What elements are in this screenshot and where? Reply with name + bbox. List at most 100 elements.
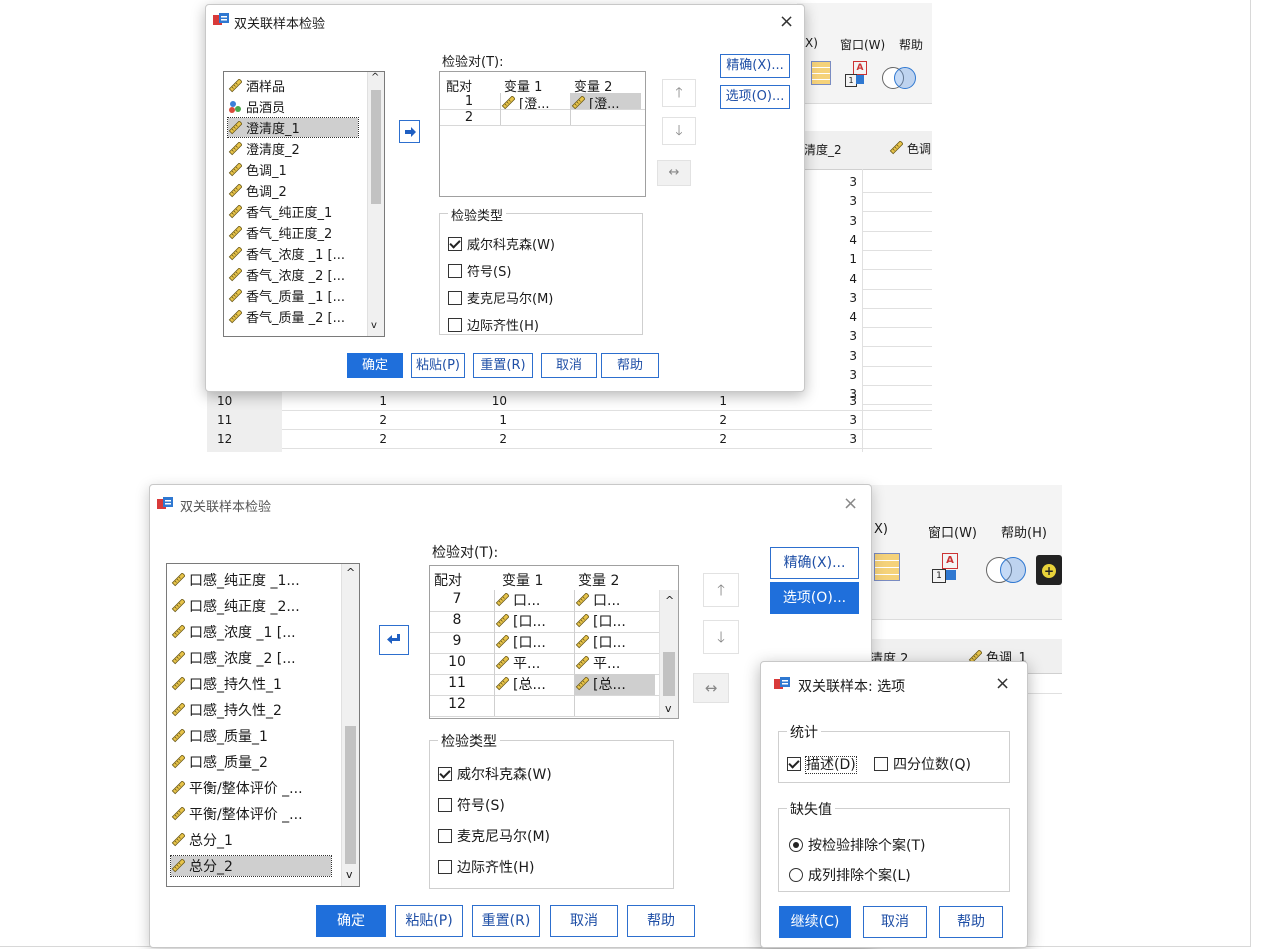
quartiles-checkbox[interactable]: 四分位数(Q) — [874, 754, 971, 774]
options-button[interactable]: 选项(O)... — [720, 85, 790, 109]
options-button[interactable]: 选项(O)... — [770, 582, 859, 614]
pair-variable-cell[interactable]: [口... — [574, 611, 655, 633]
reset-button[interactable]: 重置(R) — [472, 905, 540, 937]
table-cell[interactable]: 2 — [337, 432, 387, 446]
table-cell[interactable]: 3 — [807, 432, 857, 446]
test-type-checkbox-0[interactable]: 威尔科克森(W) — [448, 234, 555, 253]
pair-variable-cell[interactable]: [总... — [574, 674, 655, 696]
table-cell[interactable]: 1 — [677, 394, 727, 408]
paste-button[interactable]: 粘贴(P) — [395, 905, 463, 937]
continue-button[interactable]: 继续(C) — [779, 906, 851, 938]
variable-list-item[interactable]: 口感_浓度 _1 [... — [171, 622, 296, 642]
add-icon[interactable]: + — [1036, 555, 1062, 585]
menu-item-x[interactable]: X) — [874, 522, 888, 537]
scroll-up-icon[interactable]: ^ — [665, 594, 674, 607]
venn-icon[interactable] — [986, 555, 1026, 583]
column-header-clarity-2[interactable]: 清度_2 — [804, 141, 842, 158]
pair-variable-cell[interactable] — [570, 109, 641, 126]
variable-list-scrollbar[interactable]: ^ v — [341, 564, 359, 886]
row-number[interactable]: 11 — [217, 413, 257, 427]
scrollbar-thumb[interactable] — [371, 90, 381, 204]
variable-list-item[interactable]: 口感_持久性_2 — [171, 700, 282, 720]
variable-list-scrollbar[interactable]: ^ v — [367, 72, 384, 336]
exact-button[interactable]: 精确(X)... — [720, 54, 790, 78]
menu-item-x[interactable]: X) — [805, 36, 818, 50]
table-cell[interactable]: 1 — [807, 252, 857, 266]
table-cell[interactable]: 10 — [447, 394, 507, 408]
help-button[interactable]: 帮助 — [939, 906, 1003, 938]
test-type-checkbox-2[interactable]: 麦克尼马尔(M) — [438, 826, 550, 846]
row-number[interactable]: 10 — [217, 394, 257, 408]
data-grid-icon[interactable] — [874, 553, 900, 581]
cancel-button[interactable]: 取消 — [541, 353, 597, 378]
data-grid-icon[interactable] — [811, 61, 831, 85]
pair-variable-cell[interactable] — [574, 695, 655, 717]
pair-number[interactable]: 9 — [442, 633, 472, 649]
variable-list-item[interactable]: 口感_浓度 _2 [... — [171, 648, 296, 668]
table-cell[interactable]: 3 — [807, 291, 857, 305]
row-number[interactable]: 12 — [217, 432, 257, 446]
test-type-checkbox-3[interactable]: 边际齐性(H) — [438, 857, 534, 877]
variable-list-item[interactable]: 香气_质量 _2 [... — [228, 307, 345, 326]
column-header-hue[interactable]: 色调 — [889, 140, 931, 157]
table-cell[interactable]: 4 — [807, 233, 857, 247]
variable-list-item[interactable]: 香气_质量 _1 [... — [228, 286, 345, 305]
variable-list-item[interactable]: 香气_纯正度_2 — [228, 223, 332, 242]
table-cell[interactable]: 3 — [807, 175, 857, 189]
paste-button[interactable]: 粘贴(P) — [411, 353, 465, 378]
pair-variable-cell[interactable]: [口... — [574, 632, 655, 654]
pair-number[interactable]: 10 — [442, 654, 472, 670]
table-cell[interactable]: 2 — [337, 413, 387, 427]
variable-source-list[interactable]: 口感_纯正度 _1... 口感_纯正度 _2... 口感_浓度 _1 [... 口感_… — [166, 563, 360, 887]
table-cell[interactable]: 3 — [807, 413, 857, 427]
variable-list-item[interactable]: 色调_1 — [228, 160, 287, 179]
ok-button[interactable]: 确定 — [347, 353, 403, 378]
variable-list-item[interactable]: 香气_浓度 _2 [... — [228, 265, 345, 284]
reset-button[interactable]: 重置(R) — [473, 353, 533, 378]
variable-list-item[interactable]: 口感_纯正度 _1... — [171, 570, 300, 590]
help-button[interactable]: 帮助 — [601, 353, 659, 378]
table-cell[interactable]: 3 — [807, 329, 857, 343]
variable-list-item[interactable]: 平衡/整体评价 _... — [171, 804, 303, 824]
close-icon[interactable]: × — [843, 495, 858, 513]
test-type-checkbox-3[interactable]: 边际齐性(H) — [448, 315, 539, 334]
close-icon[interactable]: × — [995, 675, 1010, 693]
pair-variable-cell[interactable] — [500, 109, 571, 126]
table-cell[interactable]: 4 — [807, 272, 857, 286]
variable-list-item[interactable]: 澄清度_1 — [227, 117, 359, 138]
test-type-checkbox-1[interactable]: 符号(S) — [438, 795, 505, 815]
scroll-up-icon[interactable]: ^ — [346, 566, 355, 579]
table-cell[interactable]: 3 — [807, 394, 857, 408]
variable-list-item[interactable]: 口感_持久性_1 — [171, 674, 282, 694]
pair-variable-cell[interactable]: [口... — [494, 611, 575, 633]
pair-variable-cell[interactable]: 平... — [574, 653, 655, 675]
table-cell[interactable]: 2 — [677, 432, 727, 446]
pair-number[interactable]: 1 — [454, 94, 484, 109]
cancel-button[interactable]: 取消 — [550, 905, 618, 937]
table-cell[interactable]: 1 — [337, 394, 387, 408]
test-type-checkbox-0[interactable]: 威尔科克森(W) — [438, 764, 552, 784]
pair-number[interactable]: 7 — [442, 591, 472, 607]
ok-button[interactable]: 确定 — [316, 905, 386, 937]
menu-item-window[interactable]: 窗口(W) — [840, 36, 885, 53]
pair-variable-cell[interactable]: 口... — [574, 590, 655, 612]
scrollbar-thumb[interactable] — [345, 726, 356, 864]
value-labels-icon[interactable]: A 1 — [932, 553, 960, 587]
menu-item-help[interactable]: 帮助(H) — [1001, 522, 1047, 541]
pair-number[interactable]: 2 — [454, 110, 484, 125]
variable-list-item[interactable]: 口感_质量_2 — [171, 752, 268, 772]
pair-variable-cell[interactable]: 平... — [494, 653, 575, 675]
table-cell[interactable]: 2 — [677, 413, 727, 427]
test-type-checkbox-1[interactable]: 符号(S) — [448, 261, 511, 280]
scroll-down-icon[interactable]: v — [371, 320, 377, 331]
variable-source-list[interactable]: 酒样品 品酒员 澄清度_1 澄清度_2 色调_1 色调_2 香气_纯正度_1 香气_纯正度_2… — [223, 71, 385, 337]
variable-list-item[interactable]: 澄清度_2 — [228, 139, 300, 158]
table-cell[interactable]: 3 — [807, 214, 857, 228]
pair-variable-cell[interactable] — [494, 695, 575, 717]
scroll-up-icon[interactable]: ^ — [371, 72, 379, 83]
variable-list-item[interactable]: 口感_纯正度 _2... — [171, 596, 300, 616]
table-cell[interactable]: 3 — [807, 349, 857, 363]
pair-number[interactable]: 8 — [442, 612, 472, 628]
pair-number[interactable]: 12 — [442, 696, 472, 712]
variable-list-item[interactable]: 香气_纯正度_1 — [228, 202, 332, 221]
